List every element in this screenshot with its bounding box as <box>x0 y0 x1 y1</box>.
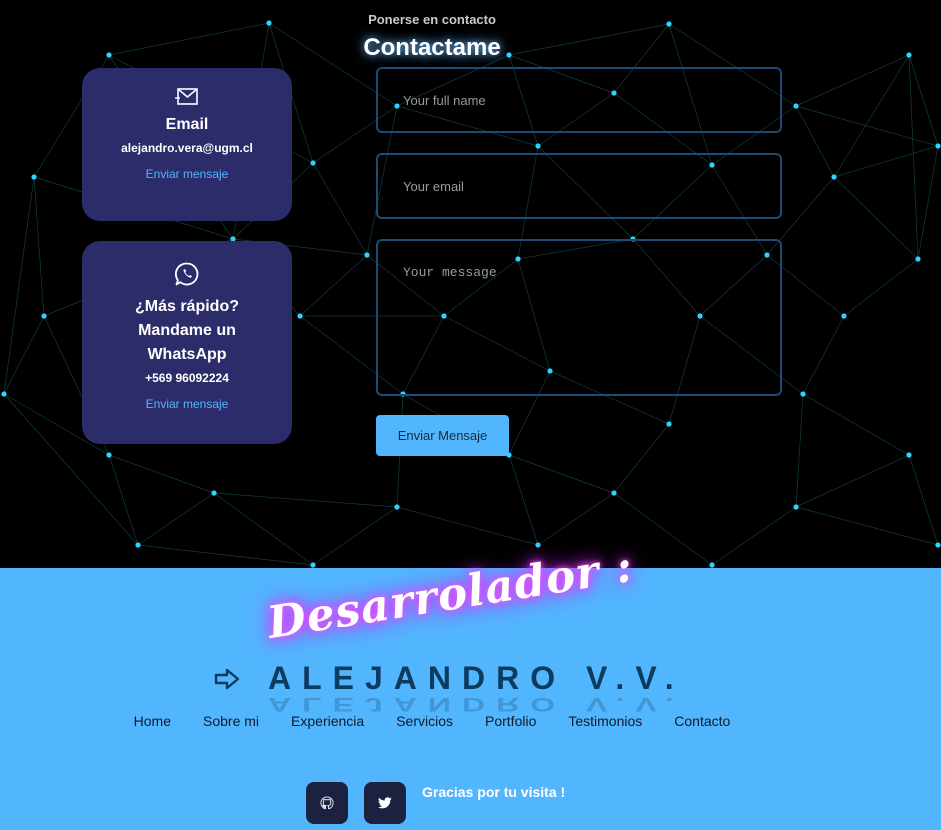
network-node <box>364 252 370 258</box>
email-input[interactable] <box>376 153 782 219</box>
network-node <box>793 103 799 109</box>
message-textarea[interactable] <box>376 239 782 396</box>
whatsapp-icon <box>175 262 199 286</box>
thanks-message: Gracias por tu visita ! <box>422 784 566 800</box>
network-node <box>135 542 141 548</box>
network-node <box>611 490 617 496</box>
github-button[interactable] <box>306 782 348 824</box>
nav-contacto[interactable]: Contacto <box>674 713 730 729</box>
network-node <box>906 52 912 58</box>
network-node <box>297 313 303 319</box>
nav-sobre-mi[interactable]: Sobre mi <box>203 713 259 729</box>
network-node <box>906 452 912 458</box>
send-message-button[interactable]: Enviar Mensaje <box>376 415 509 456</box>
contact-section: Ponerse en contacto Contactame Email ale… <box>0 0 941 568</box>
page-title: Contactame <box>363 34 501 61</box>
network-node <box>800 391 806 397</box>
nav-servicios[interactable]: Servicios <box>396 713 453 729</box>
arrow-right-icon <box>214 668 240 690</box>
email-address: alejandro.vera@ugm.cl <box>121 141 253 155</box>
network-node <box>41 313 47 319</box>
nav-portfolio[interactable]: Portfolio <box>485 713 536 729</box>
twitter-button[interactable] <box>364 782 406 824</box>
email-card-title: Email <box>165 116 209 133</box>
nav-testimonios[interactable]: Testimonios <box>568 713 642 729</box>
section-subtitle: Ponerse en contacto <box>368 12 496 27</box>
network-node <box>211 490 217 496</box>
whatsapp-card: ¿Más rápido? Mandame un WhatsApp +569 96… <box>82 241 292 444</box>
network-node <box>106 452 112 458</box>
network-node <box>535 143 541 149</box>
brand-name: ALEJANDRO V.V. <box>268 660 685 696</box>
network-node <box>666 421 672 427</box>
network-node <box>935 143 941 149</box>
network-node <box>841 313 847 319</box>
whatsapp-send-link[interactable]: Enviar mensaje <box>146 397 229 411</box>
network-node <box>1 391 7 397</box>
network-node <box>31 174 37 180</box>
network-node <box>310 160 316 166</box>
nav-experiencia[interactable]: Experiencia <box>291 713 364 729</box>
network-node <box>915 256 921 262</box>
envelope-icon <box>175 88 198 105</box>
network-node <box>935 542 941 548</box>
email-send-link[interactable]: Enviar mensaje <box>146 167 229 181</box>
phone-number: +569 96092224 <box>145 371 229 385</box>
nav-home[interactable]: Home <box>134 713 171 729</box>
network-node <box>709 562 715 568</box>
network-node <box>793 504 799 510</box>
github-icon <box>320 796 334 810</box>
network-node <box>535 542 541 548</box>
twitter-icon <box>378 797 392 809</box>
email-card: Email alejandro.vera@ugm.cl Enviar mensa… <box>82 68 292 221</box>
network-node <box>310 562 316 568</box>
footer-nav: Home Sobre mi Experiencia Servicios Port… <box>0 713 864 729</box>
full-name-input[interactable] <box>376 67 782 133</box>
whatsapp-card-title: ¿Más rápido? Mandame un WhatsApp <box>134 298 239 363</box>
network-node <box>394 504 400 510</box>
network-node <box>831 174 837 180</box>
